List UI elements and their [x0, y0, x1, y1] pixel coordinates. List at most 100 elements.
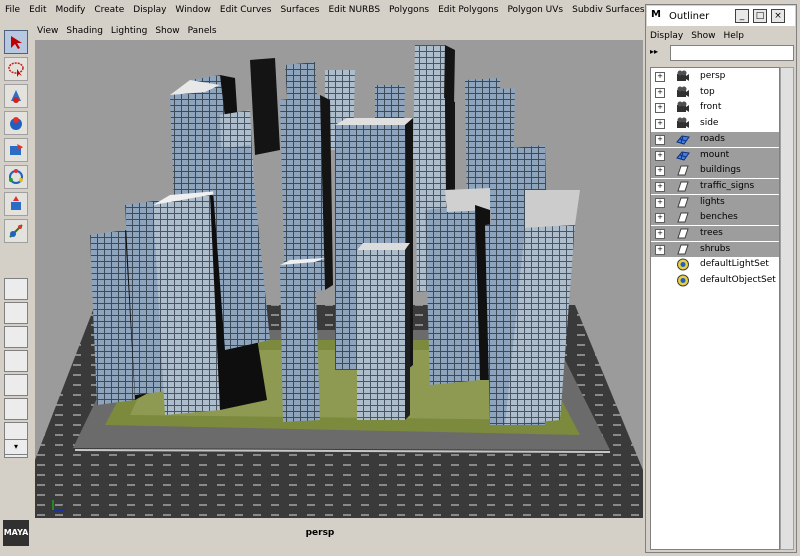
perspective-viewport[interactable]: z	[35, 40, 643, 518]
hypershade-layout-icon[interactable]	[4, 398, 28, 420]
outliner-title: Outliner	[669, 10, 710, 22]
outliner-menu-display[interactable]: Display	[646, 31, 687, 41]
set-icon	[676, 274, 690, 287]
outliner-item-label: traffic_signs	[700, 180, 755, 191]
outliner-item-shrubs[interactable]: + shrubs	[651, 241, 779, 257]
outliner-item-defaultobjectset[interactable]: defaultObjectSet	[651, 273, 779, 288]
expand-icon[interactable]: +	[655, 72, 665, 82]
outliner-item-label: defaultLightSet	[700, 259, 769, 270]
viewport-menu-view[interactable]: View	[33, 26, 62, 36]
expand-icon[interactable]: +	[655, 244, 665, 255]
paint-tool-icon[interactable]	[4, 84, 28, 108]
expand-icon[interactable]: +	[655, 119, 665, 130]
outliner-item-label: defaultObjectSet	[700, 275, 776, 286]
group-icon	[676, 164, 690, 177]
group-icon	[676, 211, 690, 224]
menu-item-polygon-uvs[interactable]: Polygon UVs	[502, 5, 567, 15]
universal-manipulator-icon[interactable]	[4, 192, 28, 216]
outliner-list: + persp + top + front + side + roads + mount + buildi…	[650, 67, 780, 550]
outliner-item-label: lights	[700, 196, 725, 207]
outliner-item-label: shrubs	[700, 243, 731, 254]
maximize-icon[interactable]: □	[753, 9, 767, 23]
viewport-menu-lighting[interactable]: Lighting	[107, 26, 151, 36]
set-icon	[676, 258, 690, 271]
outliner-item-trees[interactable]: + trees	[651, 226, 779, 241]
outliner-window: M Outliner _ □ × Display Show Help ▸▸ + per…	[645, 4, 797, 553]
axis-label: z	[62, 503, 67, 513]
outliner-item-persp[interactable]: + persp	[651, 69, 779, 84]
menu-item-subdiv-surfaces[interactable]: Subdiv Surfaces	[567, 5, 645, 15]
expand-icon[interactable]: +	[655, 103, 665, 114]
menu-item-edit-nurbs[interactable]: Edit NURBS	[323, 5, 384, 15]
move-tool-icon[interactable]	[4, 111, 28, 135]
outliner-item-buildings[interactable]: + buildings	[651, 163, 779, 179]
close-icon[interactable]: ×	[771, 9, 785, 23]
mesh-icon	[676, 149, 690, 162]
menu-item-modify[interactable]: Modify	[51, 5, 90, 15]
rotate-tool-icon[interactable]	[4, 138, 28, 162]
menu-item-polygons[interactable]: Polygons	[384, 5, 433, 15]
minimize-icon[interactable]: _	[735, 9, 749, 23]
expand-icon[interactable]: +	[655, 134, 665, 145]
outliner-title-bar: M Outliner _ □ ×	[647, 6, 795, 26]
expand-icon[interactable]: +	[655, 87, 665, 98]
outliner-item-label: trees	[700, 228, 723, 238]
outliner-item-label: roads	[700, 133, 725, 144]
viewport-menu-show[interactable]: Show	[151, 26, 183, 36]
outliner-item-side[interactable]: + side	[651, 116, 779, 131]
expand-icon[interactable]: +	[655, 150, 665, 161]
two-pane-layout-icon[interactable]	[4, 326, 28, 348]
outliner-item-roads[interactable]: + roads	[651, 131, 779, 147]
lasso-tool-icon[interactable]	[4, 57, 28, 81]
camera-icon	[676, 101, 690, 114]
outliner-item-label: top	[700, 86, 715, 97]
outliner-item-top[interactable]: + top	[651, 85, 779, 100]
scale-tool-icon[interactable]	[4, 165, 28, 189]
outliner-item-defaultlightset[interactable]: defaultLightSet	[651, 257, 779, 272]
outliner-menu-help[interactable]: Help	[719, 31, 748, 41]
maya-window-icon: M	[651, 9, 661, 20]
menu-item-edit[interactable]: Edit	[24, 5, 50, 15]
menu-item-surfaces[interactable]: Surfaces	[275, 5, 323, 15]
outliner-item-lights[interactable]: + lights	[651, 194, 779, 210]
outliner-item-mount[interactable]: + mount	[651, 147, 779, 163]
select-tool-icon[interactable]	[4, 30, 28, 54]
expand-icon[interactable]: +	[655, 181, 665, 192]
outliner-item-benches[interactable]: + benches	[651, 210, 779, 226]
outliner-item-label: benches	[700, 212, 738, 223]
filter-arrows-icon[interactable]: ▸▸	[650, 47, 666, 59]
outliner-item-front[interactable]: + front	[651, 100, 779, 115]
outliner-item-traffic-signs[interactable]: + traffic_signs	[651, 178, 779, 194]
four-pane-layout-icon[interactable]	[4, 302, 28, 324]
outliner-menu-show[interactable]: Show	[687, 31, 719, 41]
outliner-item-label: buildings	[700, 165, 741, 176]
menu-item-window[interactable]: Window	[170, 5, 215, 15]
menu-item-edit-curves[interactable]: Edit Curves	[215, 5, 276, 15]
outliner-filter-field[interactable]	[670, 45, 794, 61]
expand-icon[interactable]: +	[655, 213, 665, 224]
layout-dropdown-icon[interactable]: ▾	[4, 439, 28, 455]
expand-icon[interactable]: +	[655, 166, 665, 177]
outliner-persp-layout-icon[interactable]	[4, 350, 28, 372]
outliner-item-label: front	[700, 102, 722, 113]
camera-label: persp	[305, 528, 335, 538]
group-icon	[676, 243, 690, 256]
menu-item-display[interactable]: Display	[128, 5, 170, 15]
menu-item-edit-polygons[interactable]: Edit Polygons	[433, 5, 502, 15]
single-pane-layout-icon[interactable]	[4, 278, 28, 300]
building	[425, 205, 480, 385]
menu-item-create[interactable]: Create	[89, 5, 128, 15]
group-icon	[676, 180, 690, 193]
expand-icon[interactable]: +	[655, 197, 665, 208]
expand-icon[interactable]: +	[655, 229, 665, 239]
outliner-item-label: side	[700, 118, 719, 129]
show-manipulator-icon[interactable]	[4, 219, 28, 243]
outliner-scrollbar[interactable]	[780, 67, 794, 550]
viewport-menu-shading[interactable]: Shading	[62, 26, 107, 36]
viewport-menu-panels[interactable]: Panels	[184, 26, 221, 36]
main-menu-bar: File Edit Modify Create Display Window Edit Cu…	[0, 0, 645, 20]
graph-layout-icon[interactable]	[4, 374, 28, 396]
outliner-item-label: persp	[700, 71, 726, 81]
menu-item-file[interactable]: File	[0, 5, 24, 15]
outliner-menu-bar: Display Show Help	[646, 29, 796, 43]
